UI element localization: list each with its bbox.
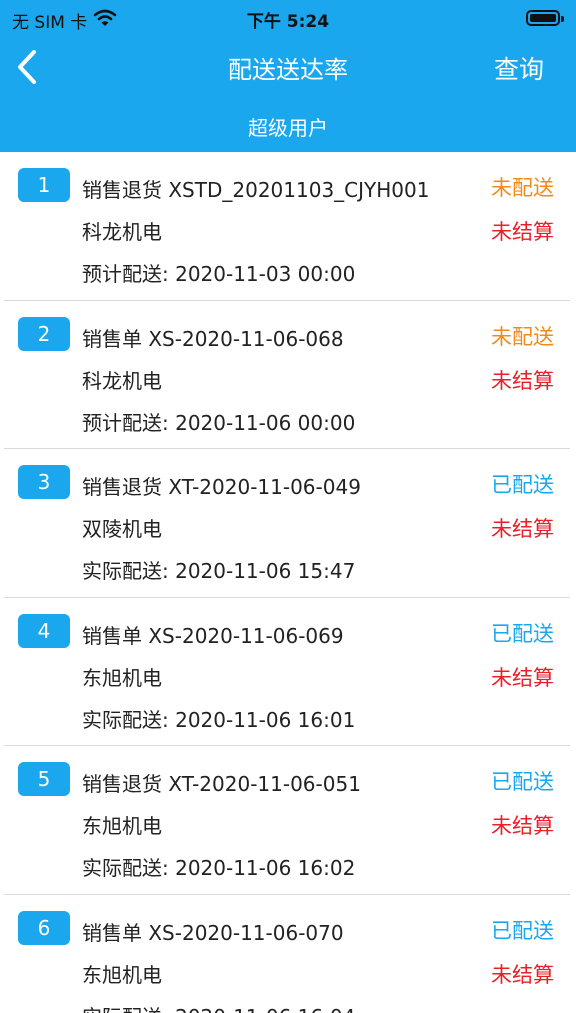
settlement-status: 未结算 xyxy=(491,517,554,541)
order-index-badge: 1 xyxy=(18,168,70,202)
order-title: 销售退货 XT-2020-11-06-049 xyxy=(82,475,361,499)
settlement-status: 未结算 xyxy=(491,368,554,393)
delivery-status: 未配送 xyxy=(491,324,554,349)
order-row[interactable]: 1 销售退货 XSTD_20201103_CJYH001 科龙机电 预计配送: … xyxy=(4,152,570,301)
order-title: 销售退货 XSTD_20201103_CJYH001 xyxy=(82,178,430,202)
settlement-status: 未结算 xyxy=(491,220,554,244)
battery-icon xyxy=(526,10,564,26)
delivery-status: 已配送 xyxy=(491,770,554,794)
order-list[interactable]: 1 销售退货 XSTD_20201103_CJYH001 科龙机电 预计配送: … xyxy=(4,152,570,1013)
page-title: 配送送达率 xyxy=(228,56,348,84)
clock-label: 下午 5:24 xyxy=(246,12,330,32)
settlement-status: 未结算 xyxy=(491,814,554,838)
order-row[interactable]: 3 销售退货 XT-2020-11-06-049 双陵机电 实际配送: 2020… xyxy=(4,449,570,598)
order-date: 实际配送: 2020-11-06 16:04 xyxy=(82,1001,355,1013)
user-role-label: 超级用户 xyxy=(248,116,328,140)
status-bar: 无 SIM 卡 下午 5:24 xyxy=(0,0,576,36)
delivery-status: 已配送 xyxy=(491,621,554,646)
order-title: 销售单 XS-2020-11-06-068 xyxy=(82,326,344,351)
order-company: 科龙机电 xyxy=(82,220,162,244)
order-title: 销售单 XS-2020-11-06-070 xyxy=(82,920,344,945)
order-index-badge: 2 xyxy=(18,316,70,351)
app-header: 无 SIM 卡 下午 5:24 配送送达率 查询 超级用户 xyxy=(0,0,576,152)
order-company: 科龙机电 xyxy=(82,368,162,393)
order-row[interactable]: 2 销售单 XS-2020-11-06-068 科龙机电 预计配送: 2020-… xyxy=(4,301,570,449)
order-title: 销售单 XS-2020-11-06-069 xyxy=(82,623,344,648)
order-company: 东旭机电 xyxy=(82,814,162,838)
order-row[interactable]: 5 销售退货 XT-2020-11-06-051 东旭机电 实际配送: 2020… xyxy=(4,746,570,895)
order-date: 预计配送: 2020-11-06 00:00 xyxy=(82,410,356,435)
query-button[interactable]: 查询 xyxy=(494,50,544,86)
order-title: 销售退货 XT-2020-11-06-051 xyxy=(82,772,361,796)
order-company: 双陵机电 xyxy=(82,517,162,541)
delivery-status: 未配送 xyxy=(491,176,554,200)
settlement-status: 未结算 xyxy=(491,665,554,690)
order-company: 东旭机电 xyxy=(82,962,162,987)
order-row[interactable]: 4 销售单 XS-2020-11-06-069 东旭机电 实际配送: 2020-… xyxy=(4,598,570,746)
order-index-badge: 6 xyxy=(18,910,70,945)
settlement-status: 未结算 xyxy=(491,962,554,987)
order-date: 实际配送: 2020-11-06 16:02 xyxy=(82,856,356,880)
delivery-status: 已配送 xyxy=(491,473,554,497)
order-date: 实际配送: 2020-11-06 16:01 xyxy=(82,707,356,732)
order-company: 东旭机电 xyxy=(82,665,162,690)
order-row[interactable]: 6 销售单 XS-2020-11-06-070 东旭机电 实际配送: 2020-… xyxy=(4,895,570,1013)
order-date: 实际配送: 2020-11-06 15:47 xyxy=(82,559,356,583)
order-index-badge: 3 xyxy=(18,465,70,499)
order-date: 预计配送: 2020-11-03 00:00 xyxy=(82,262,356,286)
delivery-status: 已配送 xyxy=(491,918,554,943)
order-index-badge: 4 xyxy=(18,613,70,648)
order-index-badge: 5 xyxy=(18,762,70,796)
